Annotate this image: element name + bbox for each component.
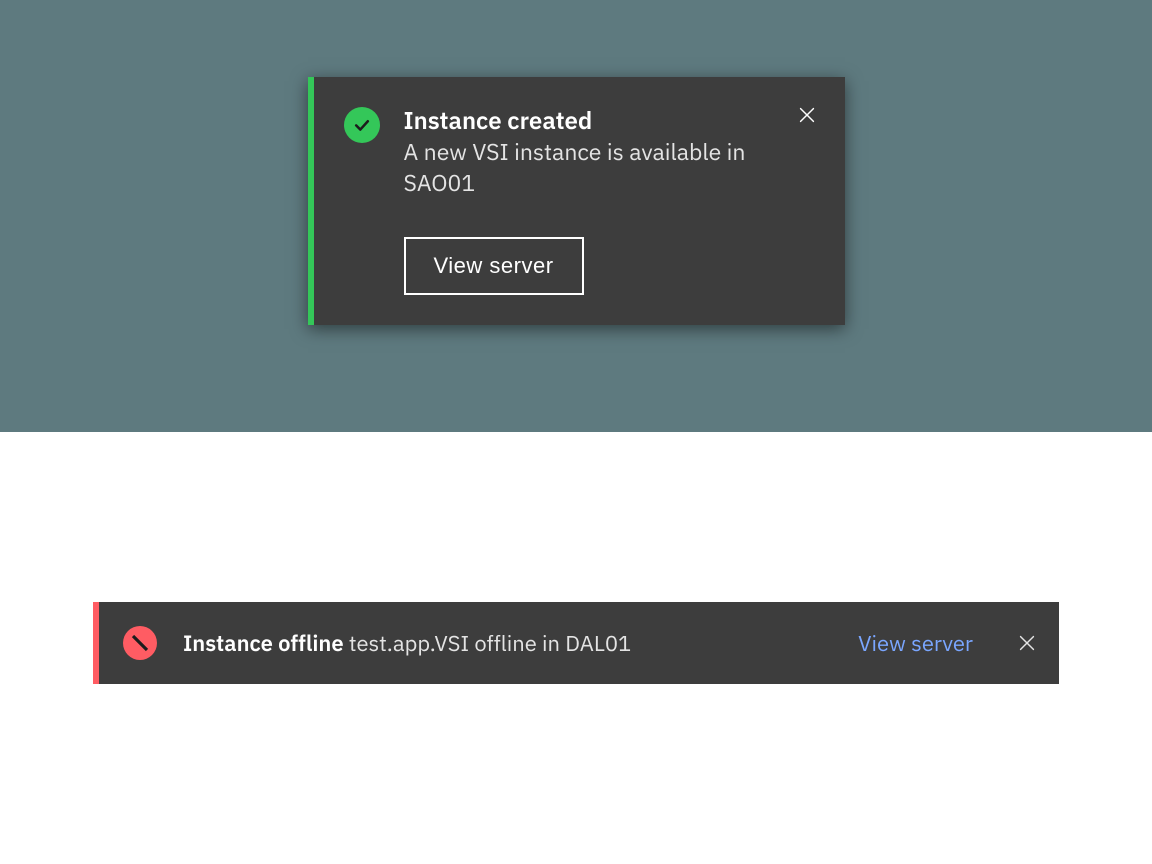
- error-message: test.app.VSI offline in DAL01: [349, 629, 631, 658]
- success-title: Instance created: [404, 105, 815, 135]
- error-title: Instance offline: [183, 629, 344, 658]
- success-message: A new VSI instance is available in SAO01: [404, 137, 815, 199]
- success-icon-wrap: [344, 107, 380, 143]
- success-body: Instance created A new VSI instance is a…: [404, 105, 815, 295]
- close-icon[interactable]: [793, 101, 821, 129]
- view-server-link[interactable]: View server: [858, 629, 973, 658]
- bottom-region: Instance offline test.app.VSI offline in…: [0, 432, 1152, 864]
- error-text-line: Instance offline test.app.VSI offline in…: [183, 629, 818, 658]
- check-circle-icon: [344, 107, 380, 143]
- close-icon[interactable]: [1013, 629, 1041, 657]
- top-region: Instance created A new VSI instance is a…: [0, 0, 1152, 432]
- error-circle-icon: [123, 626, 157, 660]
- view-server-button[interactable]: View server: [404, 237, 584, 295]
- error-inline-notification: Instance offline test.app.VSI offline in…: [93, 602, 1059, 684]
- success-toast: Instance created A new VSI instance is a…: [308, 77, 845, 325]
